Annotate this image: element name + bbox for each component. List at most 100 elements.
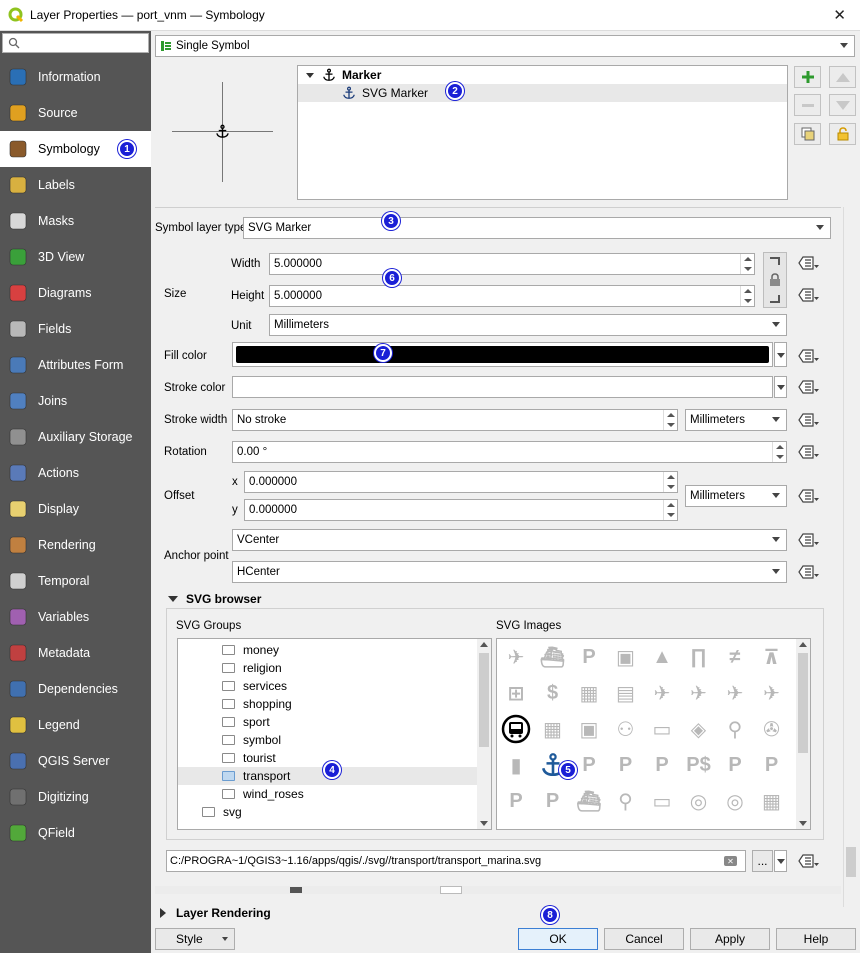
svg-group-sport[interactable]: sport: [178, 713, 477, 731]
svg-image-tile[interactable]: ▦: [755, 784, 789, 818]
offset-y-input[interactable]: 0.000000: [244, 499, 678, 521]
svg-image-tile[interactable]: P: [499, 784, 533, 818]
data-defined-override-button[interactable]: [796, 441, 822, 463]
svg-image-tile[interactable]: ▮: [499, 748, 533, 782]
width-input[interactable]: 5.000000: [269, 253, 755, 275]
svg-image-tile[interactable]: P: [609, 748, 643, 782]
anchor-horizontal-combo[interactable]: HCenter: [232, 561, 787, 583]
sidebar-item-temporal[interactable]: Temporal: [0, 563, 151, 599]
svg-image-tile[interactable]: •: [499, 820, 533, 830]
svg-groups-tree[interactable]: money religion services shopping sport symbol…: [177, 638, 492, 830]
offset-x-input[interactable]: 0.000000: [244, 471, 678, 493]
svg-group-religion[interactable]: religion: [178, 659, 477, 677]
form-scrollbar[interactable]: [843, 207, 857, 907]
sidebar-item-display[interactable]: Display: [0, 491, 151, 527]
search-input[interactable]: [2, 33, 149, 53]
data-defined-override-button[interactable]: [796, 409, 822, 431]
svg-image-tile[interactable]: ⚲: [609, 784, 643, 818]
svg-image-tile[interactable]: ▭: [645, 784, 679, 818]
svg-image-tile[interactable]: ◇: [609, 820, 643, 830]
data-defined-override-button[interactable]: [796, 284, 822, 306]
svg-group-wind-roses[interactable]: wind_roses: [178, 785, 477, 803]
expand-arrow-icon[interactable]: [160, 908, 166, 918]
sidebar-item-labels[interactable]: Labels: [0, 167, 151, 203]
symbol-layer-type-combo[interactable]: SVG Marker: [243, 217, 831, 239]
svg-image-tile[interactable]: ◈: [682, 712, 716, 746]
clear-icon[interactable]: ✕: [724, 856, 737, 866]
move-up-button[interactable]: [829, 66, 856, 88]
svg-image-tile[interactable]: ✈: [499, 640, 533, 674]
sidebar-item-joins[interactable]: Joins: [0, 383, 151, 419]
data-defined-override-button[interactable]: [796, 485, 822, 507]
svg-image-tile[interactable]: P: [718, 748, 752, 782]
ok-button[interactable]: OK: [518, 928, 598, 950]
sidebar-item-diagrams[interactable]: Diagrams: [0, 275, 151, 311]
help-button[interactable]: Help: [776, 928, 856, 950]
layer-rendering-header[interactable]: Layer Rendering: [160, 906, 271, 920]
sidebar-item-masks[interactable]: Masks: [0, 203, 151, 239]
svg-image-tile[interactable]: ⛴: [536, 640, 570, 674]
expand-arrow-icon[interactable]: [306, 72, 314, 78]
path-dropdown[interactable]: [774, 850, 787, 872]
fill-color-button[interactable]: [232, 342, 773, 367]
remove-layer-button[interactable]: [794, 94, 821, 116]
spin-buttons[interactable]: [663, 500, 677, 520]
data-defined-override-button[interactable]: [796, 376, 822, 398]
svg-image-tile[interactable]: ≠: [718, 640, 752, 674]
duplicate-layer-button[interactable]: [794, 123, 821, 145]
svg-image-tile[interactable]: ▭: [572, 820, 606, 830]
data-defined-override-button[interactable]: [796, 561, 822, 583]
sidebar-item-rendering[interactable]: Rendering: [0, 527, 151, 563]
sidebar-item-information[interactable]: Information: [0, 59, 151, 95]
svg-image-tile[interactable]: [499, 712, 533, 746]
svg-group-root[interactable]: svg: [178, 803, 242, 821]
svg-image-tile[interactable]: P: [645, 748, 679, 782]
svg-image-tile[interactable]: ▭: [536, 820, 570, 830]
rotation-input[interactable]: 0.00 °: [232, 441, 787, 463]
spin-buttons[interactable]: [663, 410, 677, 430]
svg-image-tile[interactable]: ▦: [536, 712, 570, 746]
svg-image-tile[interactable]: [645, 820, 679, 829]
svg-image-tile[interactable]: ✈: [645, 676, 679, 710]
stroke-unit-combo[interactable]: Millimeters: [685, 409, 787, 431]
renderer-combo[interactable]: Single Symbol: [155, 35, 855, 57]
svg-image-tile[interactable]: $: [536, 676, 570, 710]
svg-images-grid[interactable]: ✈⛴P▣▲∏≠⊼⊞$▦▤✈✈✈✈▦▣⚇▭◈⚲✇▮PPPP$PPPP⛴⚲▭◎◎▦•…: [496, 638, 811, 830]
svg-image-tile[interactable]: [682, 820, 716, 829]
svg-image-tile[interactable]: ▤: [609, 676, 643, 710]
svg-image-tile[interactable]: ◎: [682, 784, 716, 818]
svg-image-tile[interactable]: [718, 820, 752, 829]
sidebar-item-digitizing[interactable]: Digitizing: [0, 779, 151, 815]
stroke-width-input[interactable]: No stroke: [232, 409, 678, 431]
images-scrollbar[interactable]: [796, 639, 810, 829]
move-down-button[interactable]: [829, 94, 856, 116]
svg-browser-header[interactable]: SVG browser: [168, 592, 261, 606]
sidebar-item-variables[interactable]: Variables: [0, 599, 151, 635]
svg-group-services[interactable]: services: [178, 677, 477, 695]
sidebar-item-attributes-form[interactable]: Attributes Form: [0, 347, 151, 383]
sidebar-item-fields[interactable]: Fields: [0, 311, 151, 347]
sidebar-item-legend[interactable]: Legend: [0, 707, 151, 743]
svg-image-tile[interactable]: P: [572, 748, 606, 782]
svg-image-tile[interactable]: ◎: [718, 784, 752, 818]
svg-image-tile[interactable]: ▲: [645, 640, 679, 674]
lock-layer-button[interactable]: [829, 123, 856, 145]
style-button[interactable]: Style: [155, 928, 235, 950]
stroke-color-dropdown[interactable]: [774, 376, 787, 398]
lock-aspect-ratio-button[interactable]: [763, 252, 787, 308]
sidebar-item-source[interactable]: Source: [0, 95, 151, 131]
data-defined-override-button[interactable]: [796, 850, 822, 872]
svg-image-tile[interactable]: ⚲: [718, 712, 752, 746]
collapse-arrow-icon[interactable]: [168, 596, 178, 602]
svg-image-tile[interactable]: ▭: [645, 712, 679, 746]
symbol-layer-tree[interactable]: Marker SVG Marker: [297, 65, 788, 200]
sidebar-item-metadata[interactable]: Metadata: [0, 635, 151, 671]
sidebar-item-actions[interactable]: Actions: [0, 455, 151, 491]
spin-buttons[interactable]: [663, 472, 677, 492]
sidebar-item-dependencies[interactable]: Dependencies: [0, 671, 151, 707]
groups-scrollbar[interactable]: [477, 639, 491, 829]
svg-image-tile[interactable]: P$: [682, 748, 716, 782]
close-icon[interactable]: ✕: [833, 6, 846, 24]
svg-image-tile[interactable]: ▣: [609, 640, 643, 674]
spin-buttons[interactable]: [740, 254, 754, 274]
